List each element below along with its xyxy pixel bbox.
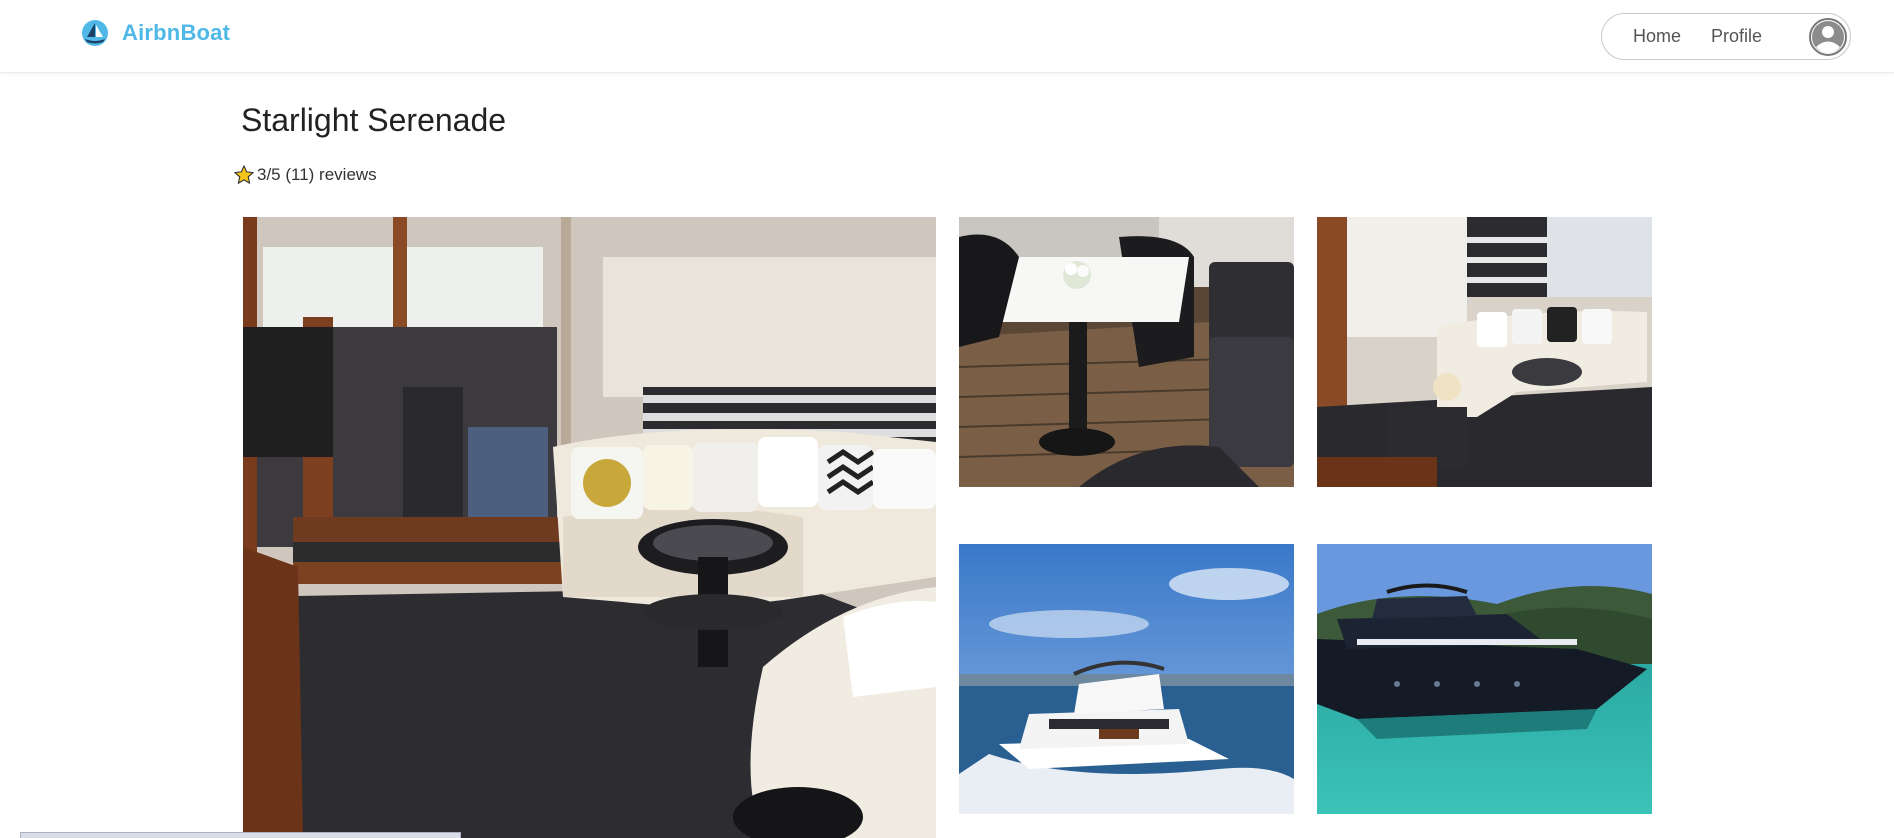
gallery-thumb-1[interactable]	[959, 217, 1294, 487]
top-header: AirbnBoat Home Profile	[0, 0, 1894, 73]
gallery-thumb-3[interactable]	[959, 544, 1294, 814]
listing-title: Starlight Serenade	[241, 102, 507, 138]
nav-profile-link[interactable]: Profile	[1696, 26, 1777, 47]
sailboat-logo-icon	[82, 20, 108, 46]
helm-interior-image	[959, 217, 1294, 487]
rating-summary: 3/5 (11) reviews	[233, 164, 377, 186]
user-avatar-icon[interactable]	[1808, 17, 1848, 57]
lounge-sofa-image	[1317, 217, 1652, 487]
star-icon	[234, 165, 254, 184]
main-photo[interactable]	[243, 217, 936, 838]
brand[interactable]: AirbnBoat	[80, 18, 230, 48]
rating-text: 3/5 (11) reviews	[257, 165, 377, 184]
nav-home-link[interactable]: Home	[1618, 26, 1696, 47]
yacht-anchored-image	[1317, 544, 1652, 814]
nav-menu: Home Profile	[1601, 13, 1851, 60]
gallery-thumb-4[interactable]	[1317, 544, 1652, 814]
brand-name: AirbnBoat	[122, 20, 231, 45]
gallery-thumb-2[interactable]	[1317, 217, 1652, 487]
taskbar-preview	[20, 832, 461, 838]
yacht-interior-image	[243, 217, 936, 838]
yacht-cruising-image	[959, 544, 1294, 814]
